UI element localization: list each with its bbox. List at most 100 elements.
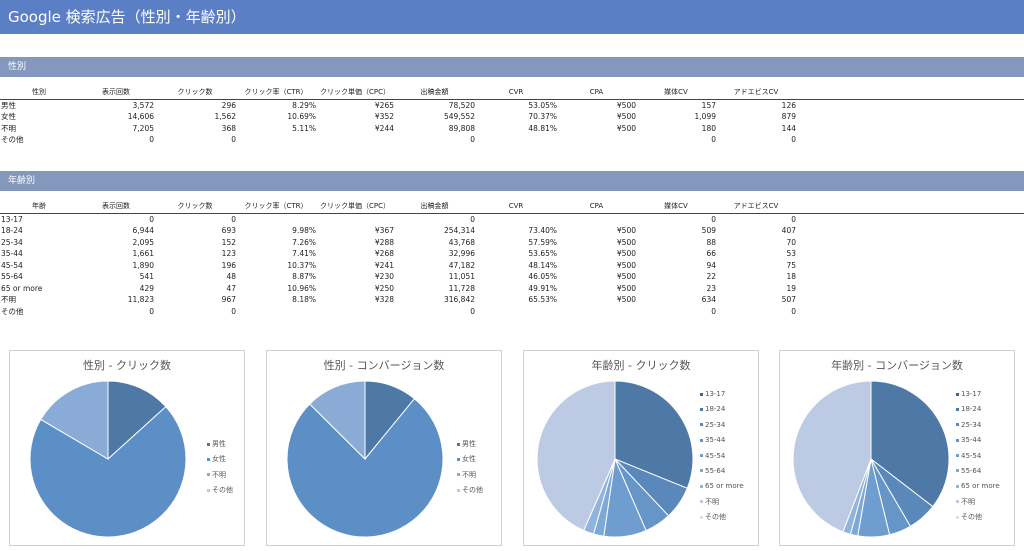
legend-item: 65 or more bbox=[956, 479, 1000, 494]
pie-chart bbox=[536, 380, 694, 538]
table-cell: 180 bbox=[701, 123, 716, 133]
table-spacer-cell bbox=[796, 99, 1024, 111]
table-cell: 11,823 bbox=[127, 295, 154, 304]
table-cell: 7.41% bbox=[292, 249, 316, 258]
table-cell: 18 bbox=[786, 272, 796, 281]
table-cell: ¥500 bbox=[616, 123, 636, 133]
table-header-cell: CPA bbox=[557, 87, 636, 100]
table-row: 女性 14,606 1,562 10.69% ¥352 549,552 70.37% ¥500… bbox=[0, 111, 1024, 123]
table-cell: 70 bbox=[786, 237, 796, 247]
legend-swatch bbox=[700, 484, 703, 488]
table-cell: 70.37% bbox=[528, 112, 557, 121]
legend-swatch bbox=[700, 454, 703, 458]
legend-label: 男性 bbox=[462, 440, 476, 448]
table-cell: 不明 bbox=[1, 295, 16, 304]
table-cell bbox=[475, 213, 557, 225]
legend-item: 18-24 bbox=[956, 402, 1000, 417]
table-cell: 0 bbox=[231, 306, 236, 316]
table-cell: 32,996 bbox=[448, 249, 475, 258]
legend-swatch bbox=[457, 442, 460, 446]
table-row: 男性 3,572 296 8.29% ¥265 78,520 53.05% ¥500 157 12… bbox=[0, 99, 1024, 111]
legend-label: 35-44 bbox=[705, 436, 726, 445]
table-spacer-cell bbox=[796, 237, 1024, 249]
table-cell: 48.14% bbox=[528, 260, 557, 270]
table-spacer-cell bbox=[796, 134, 1024, 146]
legend-label: 18-24 bbox=[705, 405, 726, 414]
table-spacer-cell bbox=[796, 87, 1024, 100]
table-header-cell: クリック単価（CPC） bbox=[316, 201, 394, 214]
table-cell: 11,728 bbox=[448, 283, 475, 293]
page-title: Google 検索広告（性別・年齢別） bbox=[0, 0, 1024, 34]
table-cell: 0 bbox=[711, 135, 716, 144]
legend-item: 女性 bbox=[207, 452, 233, 467]
table-cell: 48.81% bbox=[528, 123, 557, 133]
legend-swatch bbox=[956, 515, 959, 519]
legend-item: 45-54 bbox=[956, 449, 1000, 464]
table-cell: 10.69% bbox=[287, 112, 316, 121]
table-cell: 78,520 bbox=[448, 100, 475, 110]
table-cell: 35-44 bbox=[1, 249, 23, 258]
table-cell: 53.65% bbox=[528, 249, 557, 258]
table-cell: 144 bbox=[781, 123, 796, 133]
table-spacer-cell bbox=[796, 201, 1024, 214]
table-row: 45-54 1,890 196 10.37% ¥241 47,182 48.14% ¥500 9… bbox=[0, 260, 1024, 272]
legend-swatch bbox=[700, 500, 703, 504]
table-cell: 75 bbox=[786, 260, 796, 270]
table-row: その他 0 0 0 0 0 bbox=[0, 306, 1024, 318]
table-cell: ¥500 bbox=[616, 295, 636, 304]
chart-legend: 男性 女性 不明 その他 bbox=[457, 437, 483, 499]
table-cell: 507 bbox=[781, 295, 796, 304]
table-spacer-cell bbox=[796, 123, 1024, 135]
table-cell: 196 bbox=[221, 260, 236, 270]
legend-label: 55-64 bbox=[705, 466, 726, 475]
table-header-cell: 表示回数 bbox=[78, 87, 154, 100]
table-header-cell: クリック数 bbox=[154, 201, 236, 214]
table-row: 13-17 0 0 0 0 0 bbox=[0, 213, 1024, 225]
table-cell: 47 bbox=[226, 283, 236, 293]
table-cell: 407 bbox=[781, 226, 796, 235]
legend-label: 男性 bbox=[212, 440, 226, 448]
table-cell: 43,768 bbox=[448, 237, 475, 247]
legend-item: 13-17 bbox=[956, 387, 1000, 402]
legend-swatch bbox=[956, 438, 959, 442]
legend-swatch bbox=[457, 473, 460, 477]
table-row: 不明 7,205 368 5.11% ¥244 89,808 48.81% ¥500 180 14… bbox=[0, 123, 1024, 135]
table-header-cell: CVR bbox=[475, 201, 557, 214]
table-cell bbox=[316, 134, 394, 146]
table-cell: ¥500 bbox=[616, 249, 636, 258]
table-cell: 22 bbox=[706, 272, 716, 281]
table-cell: 693 bbox=[221, 226, 236, 235]
legend-label: 女性 bbox=[462, 455, 476, 464]
table-cell: ¥268 bbox=[374, 249, 394, 258]
legend-item: 男性 bbox=[457, 437, 483, 452]
table-cell: 0 bbox=[791, 135, 796, 144]
table-cell: ¥500 bbox=[616, 272, 636, 281]
table-cell: 967 bbox=[221, 295, 236, 304]
table-cell: 男性 bbox=[1, 100, 16, 110]
table-cell: 429 bbox=[139, 283, 154, 293]
table-header-row: 年齢 表示回数 クリック数 クリック率（CTR） クリック単価（CPC） 出稿金額 CVR C… bbox=[0, 201, 1024, 214]
legend-item: その他 bbox=[700, 510, 744, 525]
table-cell: ¥500 bbox=[616, 112, 636, 121]
legend-item: 18-24 bbox=[700, 402, 744, 417]
chart-title: 年齢別 - コンバージョン数 bbox=[831, 359, 963, 372]
legend-item: 25-34 bbox=[700, 418, 744, 433]
table-row: 65 or more 429 47 10.96% ¥250 11,728 49.91% ¥50… bbox=[0, 283, 1024, 295]
table-header-cell: クリック単価（CPC） bbox=[316, 87, 394, 100]
legend-label: その他 bbox=[212, 486, 233, 495]
table-cell bbox=[316, 213, 394, 225]
table-cell: 女性 bbox=[1, 112, 16, 121]
legend-label: 45-54 bbox=[961, 451, 982, 460]
table-spacer-cell bbox=[796, 213, 1024, 225]
legend-item: その他 bbox=[457, 483, 483, 498]
legend-swatch bbox=[207, 473, 210, 477]
table-cell bbox=[475, 134, 557, 146]
table-spacer-cell bbox=[796, 248, 1024, 260]
table-cell: 10.37% bbox=[287, 260, 316, 270]
table-cell: 0 bbox=[791, 306, 796, 316]
table-row: 不明 11,823 967 8.18% ¥328 316,842 65.53% ¥500 634… bbox=[0, 294, 1024, 306]
pie-chart bbox=[29, 380, 187, 538]
table-cell: ¥241 bbox=[374, 260, 394, 270]
legend-swatch bbox=[207, 488, 210, 492]
table-cell: 123 bbox=[221, 249, 236, 258]
